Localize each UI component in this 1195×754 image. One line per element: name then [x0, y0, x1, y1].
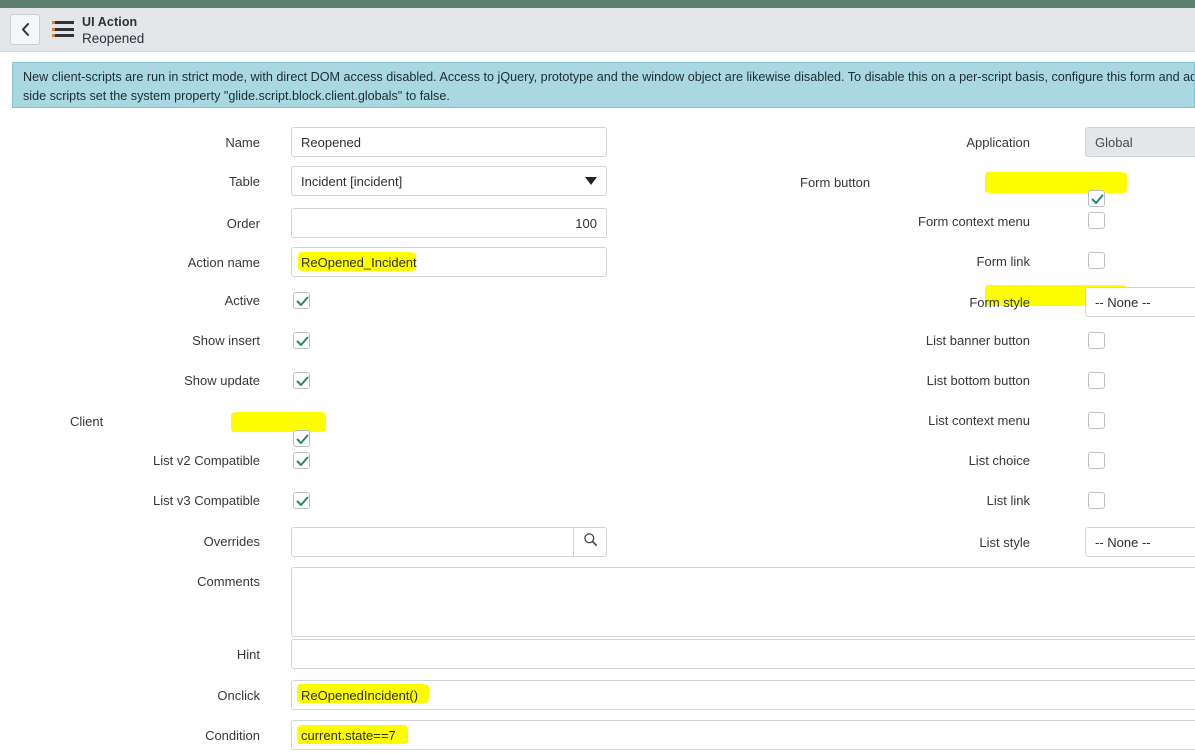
- label-form-style: Form style: [969, 295, 1030, 310]
- action-name-input[interactable]: [291, 247, 607, 277]
- condition-input[interactable]: [291, 720, 1195, 750]
- label-show-insert: Show insert: [192, 333, 260, 348]
- name-input[interactable]: [291, 127, 607, 157]
- ui-action-form: Name Table Order Action name Active Show…: [0, 118, 1195, 754]
- label-active: Active: [224, 293, 260, 308]
- list-choice-checkbox[interactable]: [1088, 452, 1105, 469]
- label-list-bottom-button: List bottom button: [926, 373, 1030, 388]
- label-list-banner-button: List banner button: [925, 333, 1030, 348]
- form-link-checkbox[interactable]: [1088, 252, 1105, 269]
- label-show-update: Show update: [184, 373, 260, 388]
- label-client: Client: [70, 414, 104, 429]
- show-update-checkbox[interactable]: [293, 372, 310, 389]
- list-context-menu-checkbox[interactable]: [1088, 412, 1105, 429]
- info-banner-line-1: New client-scripts are run in strict mod…: [23, 70, 1195, 84]
- onclick-input[interactable]: [291, 680, 1195, 710]
- highlight-form-button-stroke: [985, 172, 1127, 193]
- label-list-v3-compatible: List v3 Compatible: [153, 493, 260, 508]
- client-checkbox[interactable]: [293, 430, 310, 447]
- label-comments: Comments: [197, 574, 260, 589]
- form-style-select[interactable]: [1085, 287, 1195, 317]
- label-form-context-menu: Form context menu: [918, 214, 1030, 229]
- search-icon: [583, 532, 598, 552]
- order-input[interactable]: [291, 208, 607, 238]
- label-name: Name: [225, 135, 260, 150]
- label-list-v2-compatible: List v2 Compatible: [153, 453, 260, 468]
- list-style-select[interactable]: [1085, 527, 1195, 557]
- comments-textarea[interactable]: [291, 567, 1195, 637]
- overrides-input[interactable]: [291, 527, 574, 557]
- list-bottom-button-checkbox[interactable]: [1088, 372, 1105, 389]
- label-overrides: Overrides: [203, 534, 260, 549]
- active-checkbox[interactable]: [293, 292, 310, 309]
- info-banner: New client-scripts are run in strict mod…: [12, 62, 1195, 108]
- page-title: Reopened: [82, 30, 145, 46]
- top-accent-strip: [0, 0, 1195, 8]
- table-select[interactable]: [291, 166, 607, 196]
- label-list-context-menu: List context menu: [928, 413, 1030, 428]
- label-form-link: Form link: [976, 254, 1030, 269]
- list-link-checkbox[interactable]: [1088, 492, 1105, 509]
- application-input: [1085, 127, 1195, 157]
- list-banner-button-checkbox[interactable]: [1088, 332, 1105, 349]
- list-v2-compatible-checkbox[interactable]: [293, 452, 310, 469]
- app-header: UI Action Reopened: [0, 8, 1195, 52]
- label-order: Order: [226, 216, 260, 231]
- hint-input[interactable]: [291, 639, 1195, 669]
- list-v3-compatible-checkbox[interactable]: [293, 492, 310, 509]
- chevron-left-icon: [20, 22, 31, 37]
- info-banner-line-2: side scripts set the system property "gl…: [23, 88, 450, 103]
- label-onclick: Onclick: [217, 688, 260, 703]
- form-button-checkbox[interactable]: [1088, 190, 1105, 207]
- show-insert-checkbox[interactable]: [293, 332, 310, 349]
- breadcrumb: UI Action Reopened: [82, 15, 144, 46]
- label-application: Application: [966, 135, 1030, 150]
- label-table: Table: [228, 174, 260, 189]
- label-condition: Condition: [205, 728, 260, 743]
- label-list-link: List link: [986, 493, 1030, 508]
- hamburger-menu-icon[interactable]: [52, 21, 74, 38]
- overrides-lookup-button[interactable]: [574, 527, 607, 557]
- label-hint: Hint: [236, 647, 260, 662]
- label-list-style: List style: [979, 535, 1030, 550]
- label-form-button: Form button: [800, 175, 871, 190]
- label-action-name: Action name: [187, 255, 260, 270]
- highlight-client: [231, 412, 326, 432]
- label-list-choice: List choice: [968, 453, 1030, 468]
- record-type-label: UI Action: [82, 15, 138, 29]
- field-row-form-button: Form button: [0, 118, 1127, 306]
- form-context-menu-checkbox[interactable]: [1088, 212, 1105, 229]
- back-button[interactable]: [10, 14, 40, 45]
